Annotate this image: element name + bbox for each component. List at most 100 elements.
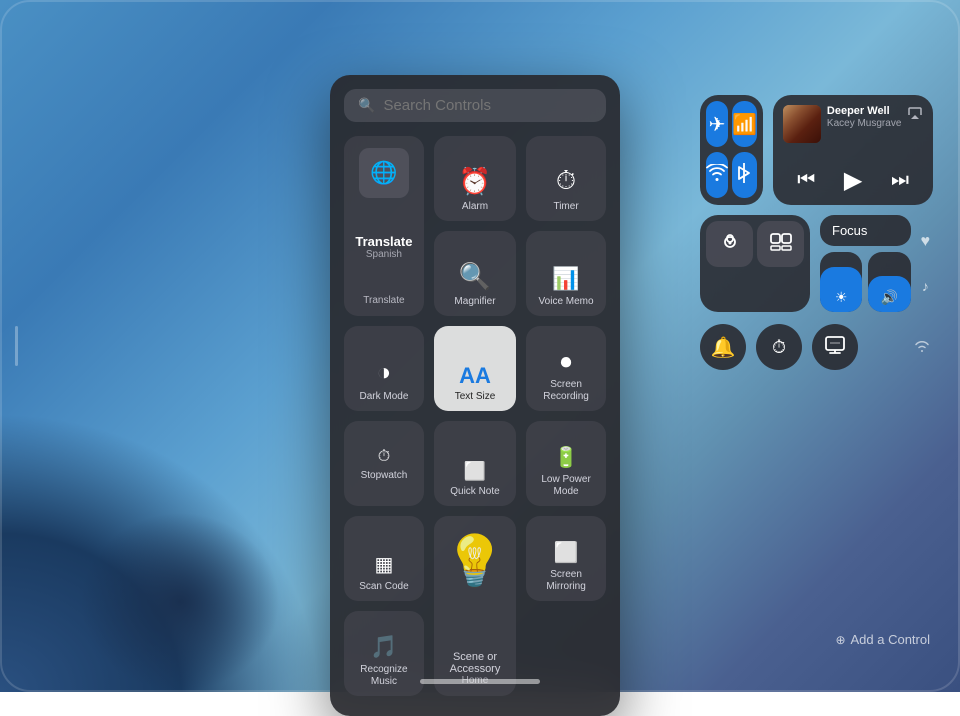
screen-recording-label: Screen Recording xyxy=(532,379,600,403)
focus-button[interactable]: Focus xyxy=(820,215,911,246)
lock-rotation-button[interactable] xyxy=(706,221,753,267)
add-icon: ⊕ xyxy=(835,633,845,647)
recognize-music-control[interactable]: 🎵 Recognize Music xyxy=(344,611,424,696)
alarm-label: Alarm xyxy=(462,201,488,213)
quick-note-control[interactable]: ⬜ Quick Note xyxy=(434,421,516,506)
dark-mode-label: Dark Mode xyxy=(359,391,408,403)
voice-memo-control[interactable]: 📊 Voice Memo xyxy=(526,231,606,316)
stopwatch-cc-button[interactable]: ⏱ xyxy=(756,324,802,370)
screen-mirroring-control[interactable]: ⬜ Screen Mirroring xyxy=(526,516,606,601)
alarm-control[interactable]: ⏰ Alarm xyxy=(434,136,516,221)
screen-recording-control[interactable]: ⏺ Screen Recording xyxy=(526,326,606,411)
airplane-mode-button[interactable]: ✈ xyxy=(706,101,728,147)
album-art xyxy=(783,105,821,143)
cc-top-row: ✈ 📶 xyxy=(700,95,930,205)
brightness-slider[interactable]: ☀ xyxy=(820,252,862,312)
control-center-panel: ✈ 📶 xyxy=(700,95,930,370)
text-size-control[interactable]: AA Text Size xyxy=(434,326,516,411)
volume-icon: 🔊 xyxy=(881,289,898,306)
wifi-calling-icon: 📶 xyxy=(732,112,757,137)
timer-icon: ⏱ xyxy=(556,165,576,197)
magnifier-label: Magnifier xyxy=(454,296,495,308)
airplay-icon[interactable] xyxy=(907,105,923,124)
scene-accessory-control[interactable]: 💡 Scene or Accessory Home xyxy=(434,516,516,696)
translate-bottom-label: Translate xyxy=(363,295,404,306)
quick-note-icon: ⬜ xyxy=(464,461,486,482)
side-extras: ♥ ♪ xyxy=(921,215,931,312)
sliders-row: ☀ 🔊 xyxy=(820,252,911,312)
screen-mirror-icon xyxy=(770,233,792,256)
search-input[interactable] xyxy=(383,97,592,114)
stopwatch-label: Stopwatch xyxy=(361,470,408,482)
heart-icon: ♥ xyxy=(921,233,931,251)
translate-icon: 🌐 xyxy=(359,148,409,198)
timer-label: Timer xyxy=(553,201,578,213)
screen-mirror-button[interactable] xyxy=(757,221,804,267)
scene-icon: 💡 xyxy=(444,532,506,591)
wifi-calling-button[interactable]: 📶 xyxy=(732,101,757,147)
bluetooth-button[interactable] xyxy=(732,152,757,198)
side-indicator xyxy=(15,326,18,366)
scene-label: Scene or Accessory xyxy=(444,651,506,675)
prev-track-button[interactable]: ⏮ xyxy=(797,169,815,192)
search-controls-panel: 🔍 🌐 Translate Spanish Translate ⏰ Alarm … xyxy=(330,75,620,716)
np-top: Deeper Well Kacey Musgrave xyxy=(783,105,923,143)
scan-code-label: Scan Code xyxy=(359,581,408,593)
search-bar[interactable]: 🔍 xyxy=(344,89,606,122)
track-artist: Kacey Musgrave xyxy=(827,118,901,129)
play-pause-button[interactable]: ▶ xyxy=(844,166,862,195)
focus-label: Focus xyxy=(832,223,867,238)
low-power-label: Low Power Mode xyxy=(532,474,600,498)
bell-icon: 🔔 xyxy=(711,335,736,360)
focus-sliders-block: Focus ☀ 🔊 xyxy=(820,215,911,312)
low-power-control[interactable]: 🔋 Low Power Mode xyxy=(526,421,606,506)
voice-memo-label: Voice Memo xyxy=(539,296,594,308)
screen-time-button[interactable] xyxy=(812,324,858,370)
add-control-label: Add a Control xyxy=(851,632,931,647)
translate-label: Translate xyxy=(355,234,412,249)
scan-code-icon: ▦ xyxy=(374,552,393,577)
screen-mirroring-label: Screen Mirroring xyxy=(532,569,600,593)
dark-mode-control[interactable]: ◑ Dark Mode xyxy=(344,326,424,411)
scan-code-control[interactable]: ▦ Scan Code xyxy=(344,516,424,601)
magnifier-control[interactable]: 🔍 Magnifier xyxy=(434,231,516,316)
screen-mirroring-icon: ⬜ xyxy=(554,540,579,565)
voice-memo-icon: 📊 xyxy=(552,266,579,292)
translate-control[interactable]: 🌐 Translate Spanish Translate xyxy=(344,136,424,316)
airplane-icon: ✈ xyxy=(709,112,726,137)
brightness-icon: ☀ xyxy=(835,289,848,306)
volume-slider[interactable]: 🔊 xyxy=(868,252,910,312)
dark-mode-icon: ◑ xyxy=(377,359,392,387)
now-playing-info: Deeper Well Kacey Musgrave xyxy=(827,105,901,129)
add-control-button[interactable]: ⊕ Add a Control xyxy=(835,632,930,647)
bluetooth-icon xyxy=(737,162,751,189)
stopwatch-icon: ⏱ xyxy=(378,448,390,466)
timer-control[interactable]: ⏱ Timer xyxy=(526,136,606,221)
next-track-button[interactable]: ⏭ xyxy=(891,169,909,192)
sound-button[interactable]: 🔔 xyxy=(700,324,746,370)
track-title: Deeper Well xyxy=(827,105,901,118)
wifi-icon xyxy=(706,164,728,187)
controls-grid: 🌐 Translate Spanish Translate ⏰ Alarm ⏱ … xyxy=(344,136,606,696)
playback-controls: ⏮ ▶ ⏭ xyxy=(783,160,923,195)
translate-sublabel: Spanish xyxy=(355,249,412,260)
lock-rotation-icon xyxy=(719,231,741,258)
search-icon: 🔍 xyxy=(358,97,375,114)
wifi-indicator xyxy=(914,340,930,354)
stopwatch-cc-icon: ⏱ xyxy=(772,337,786,358)
screen-time-icon xyxy=(824,334,846,361)
alarm-icon: ⏰ xyxy=(459,166,491,197)
wifi-button[interactable] xyxy=(706,152,728,198)
stopwatch-control[interactable]: ⏱ Stopwatch xyxy=(344,421,424,506)
text-size-icon: AA xyxy=(459,365,491,387)
quick-note-label: Quick Note xyxy=(450,486,499,498)
magnifier-icon: 🔍 xyxy=(459,261,491,292)
screen-controls-block xyxy=(700,215,810,312)
cc-second-row: Focus ☀ 🔊 ♥ ♪ xyxy=(700,215,930,312)
cc-bottom-controls: 🔔 ⏱ xyxy=(700,322,930,370)
home-indicator xyxy=(420,679,540,684)
now-playing-block: Deeper Well Kacey Musgrave ⏮ ▶ ⏭ xyxy=(773,95,933,205)
low-power-icon: 🔋 xyxy=(554,445,579,470)
screen-recording-icon: ⏺ xyxy=(561,349,572,375)
recognize-music-label: Recognize Music xyxy=(350,664,418,688)
